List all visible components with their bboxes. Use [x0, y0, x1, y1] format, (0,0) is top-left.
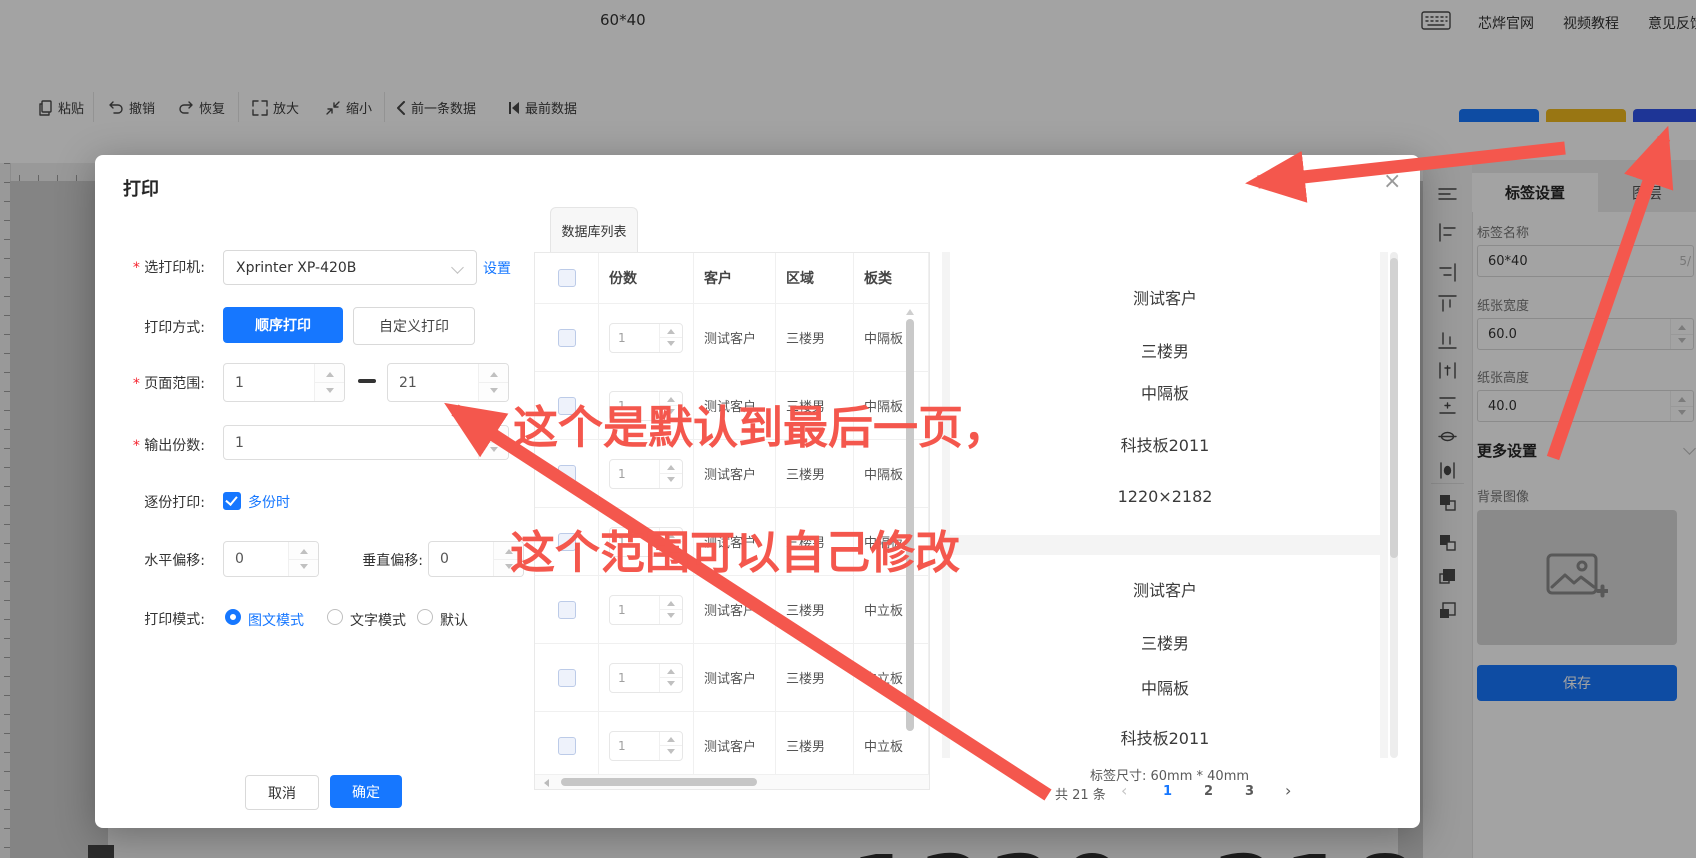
- row-copies-stepper[interactable]: 1: [609, 594, 683, 625]
- offset-v-stepper[interactable]: 0: [428, 541, 524, 577]
- copies-stepper[interactable]: 1: [223, 425, 509, 460]
- custom-print-button[interactable]: 自定义打印: [353, 307, 475, 345]
- table-row: 1 测试客户 三楼男 中隔板: [535, 508, 929, 576]
- collate-checkbox[interactable]: [223, 492, 241, 510]
- close-icon[interactable]: ×: [1383, 169, 1401, 194]
- range-to-stepper[interactable]: 21: [387, 363, 509, 402]
- offset-h-label: 水平偏移:: [144, 553, 205, 569]
- text-mode-label[interactable]: 文字模式: [350, 610, 406, 630]
- tab-database-list[interactable]: 数据库列表: [550, 207, 638, 252]
- row-copies-stepper[interactable]: 1: [609, 730, 683, 761]
- row-checkbox[interactable]: [557, 600, 576, 619]
- print-mode-label: 打印模式:: [144, 612, 205, 628]
- row-checkbox[interactable]: [557, 532, 576, 551]
- table-row: 1 测试客户 三楼男 中立板: [535, 712, 929, 780]
- data-table: 份数 客户 区域 板类 1 测试客户 三楼男 中隔板 1 测试客户 三楼男 中隔…: [534, 252, 930, 790]
- row-checkbox[interactable]: [557, 736, 576, 755]
- method-label: 打印方式:: [144, 320, 205, 336]
- row-copies-stepper[interactable]: 1: [609, 322, 683, 353]
- printer-label: 选打印机:: [109, 257, 205, 277]
- label-preview-card: 测试客户 三楼男 中隔板 科技板2011 1220×2182: [950, 252, 1380, 535]
- page-2[interactable]: 2: [1204, 784, 1213, 799]
- label-size-text: 标签尺寸: 60mm * 40mm: [1090, 769, 1250, 784]
- page-3[interactable]: 3: [1245, 784, 1254, 799]
- printer-select[interactable]: Xprinter XP-420B: [223, 250, 477, 285]
- range-dash: [358, 379, 376, 383]
- label-preview-panel: 测试客户 三楼男 中隔板 科技板2011 1220×2182 测试客户 三楼男 …: [942, 252, 1388, 758]
- label-preview-card: 测试客户 三楼男 中隔板 科技板2011: [950, 555, 1380, 758]
- offset-h-stepper[interactable]: 0: [223, 541, 319, 577]
- radio-image-text-mode[interactable]: [225, 609, 241, 625]
- confirm-button[interactable]: 确定: [330, 775, 402, 808]
- table-row: 1 测试客户 三楼男 中隔板: [535, 440, 929, 508]
- radio-text-mode[interactable]: [327, 609, 343, 625]
- table-row: 1 测试客户 三楼男 中隔板: [535, 372, 929, 440]
- row-copies-stepper[interactable]: 1: [609, 526, 683, 557]
- page-prev-icon[interactable]: ‹: [1121, 781, 1127, 800]
- copies-label: 输出份数:: [109, 435, 205, 455]
- select-all-checkbox[interactable]: [557, 269, 576, 287]
- row-checkbox[interactable]: [557, 668, 576, 687]
- range-from-stepper[interactable]: 1: [223, 363, 345, 402]
- table-row: 1 测试客户 三楼男 中立板: [535, 576, 929, 644]
- row-checkbox[interactable]: [557, 396, 576, 415]
- page-range-label: 页面范围:: [109, 373, 205, 393]
- print-dialog: 打印 × 选打印机: Xprinter XP-420B 设置 打印方式: 顺序打…: [95, 155, 1420, 828]
- row-copies-stepper[interactable]: 1: [609, 390, 683, 421]
- chevron-down-icon: [451, 261, 464, 274]
- page-next-icon[interactable]: ›: [1285, 781, 1291, 800]
- table-horizontal-scrollbar[interactable]: [535, 774, 929, 789]
- radio-default-mode[interactable]: [417, 609, 433, 625]
- row-copies-stepper[interactable]: 1: [609, 662, 683, 693]
- image-text-mode-label[interactable]: 图文模式: [248, 610, 304, 630]
- table-row: 1 测试客户 三楼男 中立板: [535, 644, 929, 712]
- row-checkbox[interactable]: [557, 328, 576, 347]
- table-vertical-scrollbar[interactable]: [906, 305, 914, 775]
- cancel-button[interactable]: 取消: [245, 775, 319, 810]
- preview-scrollbar[interactable]: [1390, 252, 1398, 758]
- table-header-row: 份数 客户 区域 板类: [535, 253, 929, 304]
- row-copies-stepper[interactable]: 1: [609, 458, 683, 489]
- offset-v-label: 垂直偏移:: [362, 553, 423, 569]
- row-checkbox[interactable]: [557, 464, 576, 483]
- dialog-title: 打印: [123, 179, 159, 200]
- print-settings-link[interactable]: 设置: [483, 258, 511, 278]
- default-mode-label[interactable]: 默认: [440, 610, 468, 630]
- total-count: 共 21 条: [1055, 788, 1106, 803]
- sequential-print-button[interactable]: 顺序打印: [223, 307, 343, 343]
- collate-option-label: 多份时: [248, 495, 290, 511]
- page-1[interactable]: 1: [1163, 784, 1172, 799]
- app-root: 60*40 芯烨官网 视频教程 意见反馈 粘贴 撤销 恢复 放大: [0, 0, 1696, 858]
- table-row: 1 测试客户 三楼男 中隔板: [535, 304, 929, 372]
- collate-label: 逐份打印:: [144, 495, 205, 511]
